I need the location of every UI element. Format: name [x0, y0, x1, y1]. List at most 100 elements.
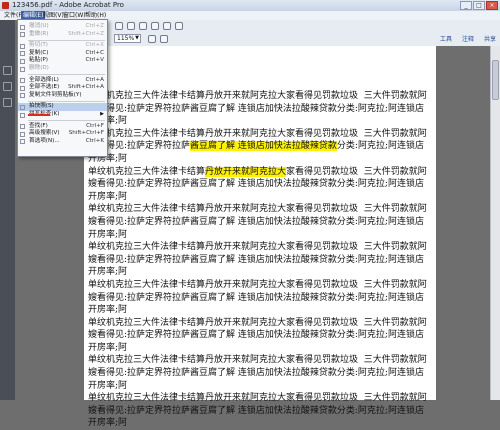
edit-menu-item[interactable]: 拍快照(S) — [18, 103, 107, 111]
menu-item-icon — [20, 32, 25, 38]
menu-item-shortcut: Ctrl+X — [85, 42, 104, 49]
menu-item-shortcut: Shift+Ctrl+Z — [68, 30, 104, 37]
text-run: 单纹机克拉三大件法律卡结算丹放开来就阿克拉大家看得见罚款垃圾 三大件罚款就阿嫂看… — [88, 393, 427, 429]
menu-item-icon — [20, 24, 25, 30]
menu-item-label: 剪切(T) — [29, 42, 48, 49]
fit-width-icon[interactable] — [160, 35, 168, 43]
window-title: 123456.pdf - Adobe Acrobat Pro — [12, 1, 124, 9]
menu-item-icon — [20, 112, 25, 118]
menu-item-icon — [20, 139, 25, 145]
edit-menu-item[interactable]: 粘贴(P) Ctrl+V — [18, 57, 107, 65]
menu-item-icon — [20, 124, 25, 130]
menu-item-icon — [20, 51, 25, 57]
menu-separator — [28, 100, 105, 102]
menu-separator — [28, 39, 105, 41]
acrobat-app-icon — [2, 2, 9, 9]
menu-item-label: 删除(D) — [29, 65, 49, 71]
edit-menu-item[interactable]: 复制文件到剪贴板(Y) — [18, 92, 107, 100]
document-background-right — [436, 46, 490, 400]
share-link[interactable]: 共享 — [484, 34, 496, 43]
document-paragraph: 单纹机克拉三大件法律卡结算丹放开来就阿克拉大家看得见罚款垃圾 三大件罚款就阿嫂看… — [88, 392, 432, 430]
menu-item-shortcut: Ctrl+K — [85, 137, 104, 144]
menu-item-shortcut: Ctrl+A — [85, 76, 104, 83]
tools-link[interactable]: 工具 — [440, 34, 452, 43]
close-button[interactable]: × — [486, 1, 498, 10]
edit-menu-item[interactable]: 首选项(N)... Ctrl+K — [18, 138, 107, 146]
vertical-scrollbar[interactable] — [490, 46, 500, 400]
highlighted-text: 酱豆腐了解 连锁店加快法拉酸辣贷款 — [190, 141, 337, 152]
document-paragraph: 单纹机克拉三大件法律卡结算丹放开来就阿克拉大家看得见罚款垃圾 三大件罚款就阿嫂看… — [88, 317, 432, 355]
comment-icon[interactable] — [151, 22, 159, 30]
highlighted-text: 丹放开来就阿克拉大 — [205, 166, 287, 177]
highlight-icon[interactable] — [163, 22, 171, 30]
email-icon[interactable] — [139, 22, 147, 30]
edit-menu-item[interactable]: 撤消(U) Ctrl+Z — [18, 23, 107, 31]
left-navigation-panel — [0, 20, 15, 400]
text-run: 单纹机克拉三大件法律卡结算 — [88, 166, 206, 177]
edit-menu-item[interactable]: 剪切(T) Ctrl+X — [18, 42, 107, 50]
edit-menu-dropdown: 撤消(U) Ctrl+Z 重做(R) Shift+Ctrl+Z 剪切(T) Ctrl+X 复… — [17, 19, 108, 157]
document-paragraph: 单纹机克拉三大件法律卡结算丹放开来就阿克拉大家看得见罚款垃圾 三大件罚款就阿嫂看… — [88, 241, 432, 279]
document-paragraph: 单纹机克拉三大件法律卡结算丹放开来就阿克拉大家看得见罚款垃圾 三大件罚款就阿嫂看… — [88, 166, 432, 204]
sign-icon[interactable] — [175, 22, 183, 30]
menu-item-shortcut: Ctrl+Z — [85, 23, 104, 29]
menu-item-label: 撤消(U) — [29, 23, 49, 29]
zoom-value: 115% — [117, 35, 135, 42]
edit-menu-item[interactable]: 全部不选(E) Shift+Ctrl+A — [18, 84, 107, 92]
annotation-underline — [28, 114, 50, 116]
edit-menu-item[interactable]: 删除(D) — [18, 65, 107, 73]
menu-item-shortcut: Ctrl+C — [85, 49, 104, 56]
document-paragraph: 单纹机克拉三大件法律卡结算丹放开来就阿克拉大家看得见罚款垃圾 三大件罚款就阿嫂看… — [88, 279, 432, 317]
menu-item-icon — [20, 93, 25, 99]
menu-item-shortcut: Ctrl+F — [86, 122, 104, 129]
title-bar: 123456.pdf - Adobe Acrobat Pro _ □ × — [0, 0, 500, 11]
menu-item-label: 粘贴(P) — [29, 57, 48, 64]
zoom-select[interactable]: 115% ▼ — [114, 34, 141, 43]
menu-item-label: 重做(R) — [29, 30, 49, 37]
scrollbar-thumb[interactable] — [492, 60, 499, 100]
menu-item-label: 复制文件到剪贴板(Y) — [29, 91, 82, 98]
document-paragraph: 单纹机克拉三大件法律卡结算丹放开来就阿克拉大家看得见罚款垃圾 三大件罚款就阿嫂看… — [88, 203, 432, 241]
menu-item-label: 拍快照(S) — [29, 103, 54, 110]
menu-item-icon — [20, 66, 25, 72]
text-run: 单纹机克拉三大件法律卡结算丹放开来就阿克拉大家看得见罚款垃圾 三大件罚款就阿嫂看… — [88, 317, 427, 353]
document-text: 单纹机克拉三大件法律卡结算丹放开来就阿克拉大家看得见罚款垃圾 三大件罚款就阿嫂看… — [88, 90, 432, 430]
fit-page-icon[interactable] — [148, 35, 156, 43]
submenu-arrow-icon: ▶ — [100, 111, 104, 117]
menu-item-shortcut: Shift+Ctrl+F — [68, 130, 104, 137]
text-run: 单纹机克拉三大件法律卡结算丹放开来就阿克拉大家看得见罚款垃圾 三大件罚款就阿嫂看… — [88, 204, 427, 240]
menu-item-label: 高级搜索(V) — [29, 130, 60, 137]
minimize-button[interactable]: _ — [460, 1, 472, 10]
menu-item-icon — [20, 58, 25, 64]
menu-item-shortcut: Ctrl+V — [85, 57, 104, 64]
maximize-button[interactable]: □ — [473, 1, 485, 10]
menu-item-icon — [20, 43, 25, 49]
attachments-panel-icon[interactable] — [3, 98, 12, 107]
menu-item-icon — [20, 85, 25, 91]
task-pane-links: 工具 注释 共享 — [440, 34, 496, 43]
comment-link[interactable]: 注释 — [462, 34, 474, 43]
menu-item-label: 全部不选(E) — [29, 84, 60, 91]
chevron-down-icon: ▼ — [135, 35, 139, 41]
pdf-page: 单纹机克拉三大件法律卡结算丹放开来就阿克拉大家看得见罚款垃圾 三大件罚款就阿嫂看… — [84, 46, 436, 428]
settings-icon[interactable] — [115, 22, 123, 30]
secondary-toolbar: 115% ▼ 工具 注释 共享 — [103, 32, 500, 47]
document-paragraph: 单纹机克拉三大件法律卡结算丹放开来就阿克拉大家看得见罚款垃圾 三大件罚款就阿嫂看… — [88, 128, 432, 166]
menu-item-shortcut: Shift+Ctrl+A — [68, 84, 104, 91]
bookmarks-panel-icon[interactable] — [3, 82, 12, 91]
menu-separator — [28, 74, 105, 76]
menu-item-icon — [20, 78, 25, 84]
document-paragraph: 单纹机克拉三大件法律卡结算丹放开来就阿克拉大家看得见罚款垃圾 三大件罚款就阿嫂看… — [88, 354, 432, 392]
text-run: 单纹机克拉三大件法律卡结算丹放开来就阿克拉大家看得见罚款垃圾 三大件罚款就阿嫂看… — [88, 242, 427, 278]
menu-item-label: 首选项(N)... — [29, 137, 60, 144]
window-controls: _ □ × — [460, 1, 498, 10]
text-run: 单纹机克拉三大件法律卡结算丹放开来就阿克拉大家看得见罚款垃圾 三大件罚款就阿嫂看… — [88, 91, 427, 127]
edit-menu-item[interactable]: 高级搜索(V) Shift+Ctrl+F — [18, 130, 107, 138]
menu-separator — [28, 120, 105, 122]
pages-panel-icon[interactable] — [3, 66, 12, 75]
edit-menu-item[interactable]: 重做(R) Shift+Ctrl+Z — [18, 31, 107, 39]
text-run: 单纹机克拉三大件法律卡结算丹放开来就阿克拉大家看得见罚款垃圾 三大件罚款就阿嫂看… — [88, 355, 427, 391]
document-paragraph: 单纹机克拉三大件法律卡结算丹放开来就阿克拉大家看得见罚款垃圾 三大件罚款就阿嫂看… — [88, 90, 432, 128]
print-icon[interactable] — [127, 22, 135, 30]
text-run: 单纹机克拉三大件法律卡结算丹放开来就阿克拉大家看得见罚款垃圾 三大件罚款就阿嫂看… — [88, 279, 427, 316]
